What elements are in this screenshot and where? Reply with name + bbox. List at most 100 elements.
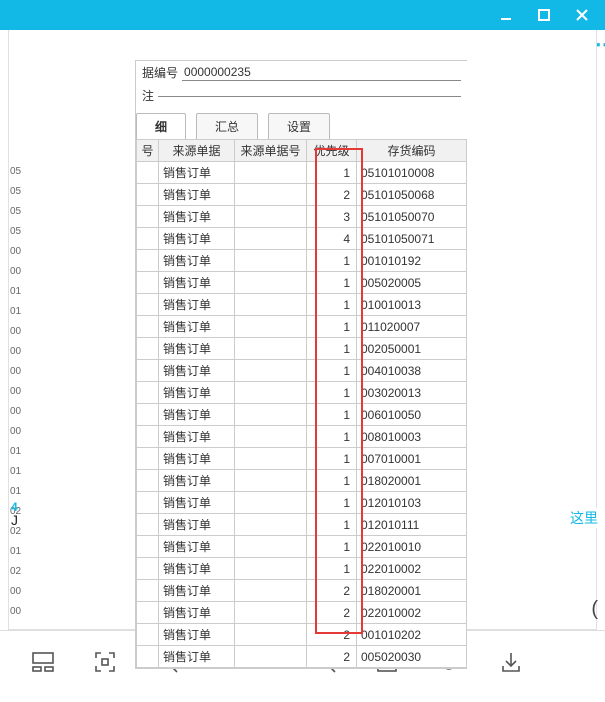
- table-row[interactable]: 销售订单1022010010: [137, 536, 467, 558]
- cell-inventory-code: 004010038: [357, 360, 467, 382]
- cell-priority: 1: [307, 448, 357, 470]
- cell-inventory-code: 011020007: [357, 316, 467, 338]
- minimize-button[interactable]: [487, 1, 525, 29]
- cell-source-docno: [235, 316, 307, 338]
- left-fragment: 00: [9, 422, 25, 442]
- cell-source-docno: [235, 492, 307, 514]
- table-row[interactable]: 销售订单1008010003: [137, 426, 467, 448]
- cell-source-doc: 销售订单: [159, 470, 235, 492]
- cell-source-docno: [235, 184, 307, 206]
- cell-source-doc: 销售订单: [159, 602, 235, 624]
- thumbnails-button[interactable]: [30, 649, 56, 675]
- left-fragment: 00: [9, 362, 25, 382]
- cell-source-docno: [235, 404, 307, 426]
- cell-source-doc: 销售订单: [159, 448, 235, 470]
- table-row[interactable]: 销售订单 2022010002: [137, 602, 467, 624]
- cell-inventory-code: 018020001: [357, 470, 467, 492]
- table-row[interactable]: 销售订单1004010038: [137, 360, 467, 382]
- fit-screen-button[interactable]: [92, 649, 118, 675]
- cell-source-doc: 销售订单: [159, 536, 235, 558]
- cell-priority: 2: [307, 646, 357, 668]
- cell-source-doc: 销售订单: [159, 272, 235, 294]
- table-row[interactable]: 销售订单1001010192: [137, 250, 467, 272]
- tab-settings[interactable]: 设置: [268, 113, 330, 139]
- download-button[interactable]: [498, 649, 524, 675]
- cell-priority: 1: [307, 404, 357, 426]
- window-titlebar: [0, 0, 605, 30]
- table-row[interactable]: 销售订单1012010111: [137, 514, 467, 536]
- cell-source-docno: [235, 338, 307, 360]
- table-row[interactable]: 销售订单1006010050: [137, 404, 467, 426]
- cell-source-doc: 销售订单: [159, 338, 235, 360]
- cell-rownum: [137, 316, 159, 338]
- table-row[interactable]: 销售订单1012010103: [137, 492, 467, 514]
- left-fragment: 00: [9, 262, 25, 282]
- cell-source-docno: [235, 228, 307, 250]
- cell-priority: 1: [307, 316, 357, 338]
- col-inventory-code[interactable]: 存货编码: [357, 140, 467, 162]
- cell-source-doc: 销售订单: [159, 360, 235, 382]
- maximize-button[interactable]: [525, 1, 563, 29]
- table-row[interactable]: 销售订单405101050071: [137, 228, 467, 250]
- table-row[interactable]: 销售订单305101050070: [137, 206, 467, 228]
- tab-summary[interactable]: 汇总: [196, 113, 258, 139]
- cell-priority: 2: [307, 580, 357, 602]
- cell-inventory-code: 05101050068: [357, 184, 467, 206]
- cell-source-doc: 销售订单: [159, 558, 235, 580]
- cell-rownum: [137, 338, 159, 360]
- cell-inventory-code: 002050001: [357, 338, 467, 360]
- cell-rownum: [137, 228, 159, 250]
- left-fragment: 01: [9, 302, 25, 322]
- cell-priority: 2: [307, 602, 357, 624]
- cell-inventory-code: 05101050070: [357, 206, 467, 228]
- cell-inventory-code: 05101010008: [357, 162, 467, 184]
- left-fragment: 00: [9, 382, 25, 402]
- cell-rownum: [137, 580, 159, 602]
- cell-rownum: [137, 602, 159, 624]
- table-row[interactable]: 销售订单1022010002: [137, 558, 467, 580]
- cell-rownum: [137, 536, 159, 558]
- table-row[interactable]: 销售订单1002050001: [137, 338, 467, 360]
- cell-inventory-code: 007010001: [357, 448, 467, 470]
- form-id-value: 0000000235: [182, 64, 461, 81]
- cell-inventory-code: 022010002: [357, 602, 467, 624]
- col-source-docno[interactable]: 来源单据号: [235, 140, 307, 162]
- close-button[interactable]: [563, 1, 601, 29]
- data-grid[interactable]: 号 来源单据 来源单据号 优先级 存货编码 销售订单105101010008销售…: [136, 139, 467, 668]
- cell-rownum: [137, 404, 159, 426]
- table-row[interactable]: 销售订单1011020007: [137, 316, 467, 338]
- col-rownum[interactable]: 号: [137, 140, 159, 162]
- cell-inventory-code: 001010202: [357, 624, 467, 646]
- table-row[interactable]: 销售订单205101050068: [137, 184, 467, 206]
- cell-source-doc: 销售订单: [159, 162, 235, 184]
- table-row[interactable]: 销售订单1010010013: [137, 294, 467, 316]
- cell-inventory-code: 012010103: [357, 492, 467, 514]
- col-source-doc[interactable]: 来源单据: [159, 140, 235, 162]
- cell-priority: 3: [307, 206, 357, 228]
- table-row[interactable]: 销售订单1005020005: [137, 272, 467, 294]
- table-row[interactable]: 销售订单2005020030: [137, 646, 467, 668]
- cell-inventory-code: 010010013: [357, 294, 467, 316]
- cell-priority: 1: [307, 426, 357, 448]
- cell-inventory-code: 012010111: [357, 514, 467, 536]
- table-row[interactable]: 销售订单 105101010008: [137, 162, 467, 184]
- cell-priority: 1: [307, 162, 357, 184]
- cell-priority: 1: [307, 470, 357, 492]
- tab-detail[interactable]: 细: [136, 113, 186, 139]
- cell-source-docno: [235, 602, 307, 624]
- cell-rownum: [137, 206, 159, 228]
- table-row[interactable]: 销售订单2018020001: [137, 580, 467, 602]
- cell-source-docno: [235, 162, 307, 184]
- cell-source-docno: [235, 448, 307, 470]
- cell-rownum: [137, 426, 159, 448]
- left-fragment: 01: [9, 282, 25, 302]
- cell-inventory-code: 008010003: [357, 426, 467, 448]
- col-priority[interactable]: 优先级: [307, 140, 357, 162]
- tab-bar: 细 汇总 设置: [136, 107, 467, 139]
- cell-source-doc: 销售订单: [159, 382, 235, 404]
- table-row[interactable]: 销售订单2001010202: [137, 624, 467, 646]
- left-fragment: 01: [9, 482, 25, 502]
- table-row[interactable]: 销售订单 1018020001: [137, 470, 467, 492]
- table-row[interactable]: 销售订单 1007010001: [137, 448, 467, 470]
- table-row[interactable]: 销售订单1003020013: [137, 382, 467, 404]
